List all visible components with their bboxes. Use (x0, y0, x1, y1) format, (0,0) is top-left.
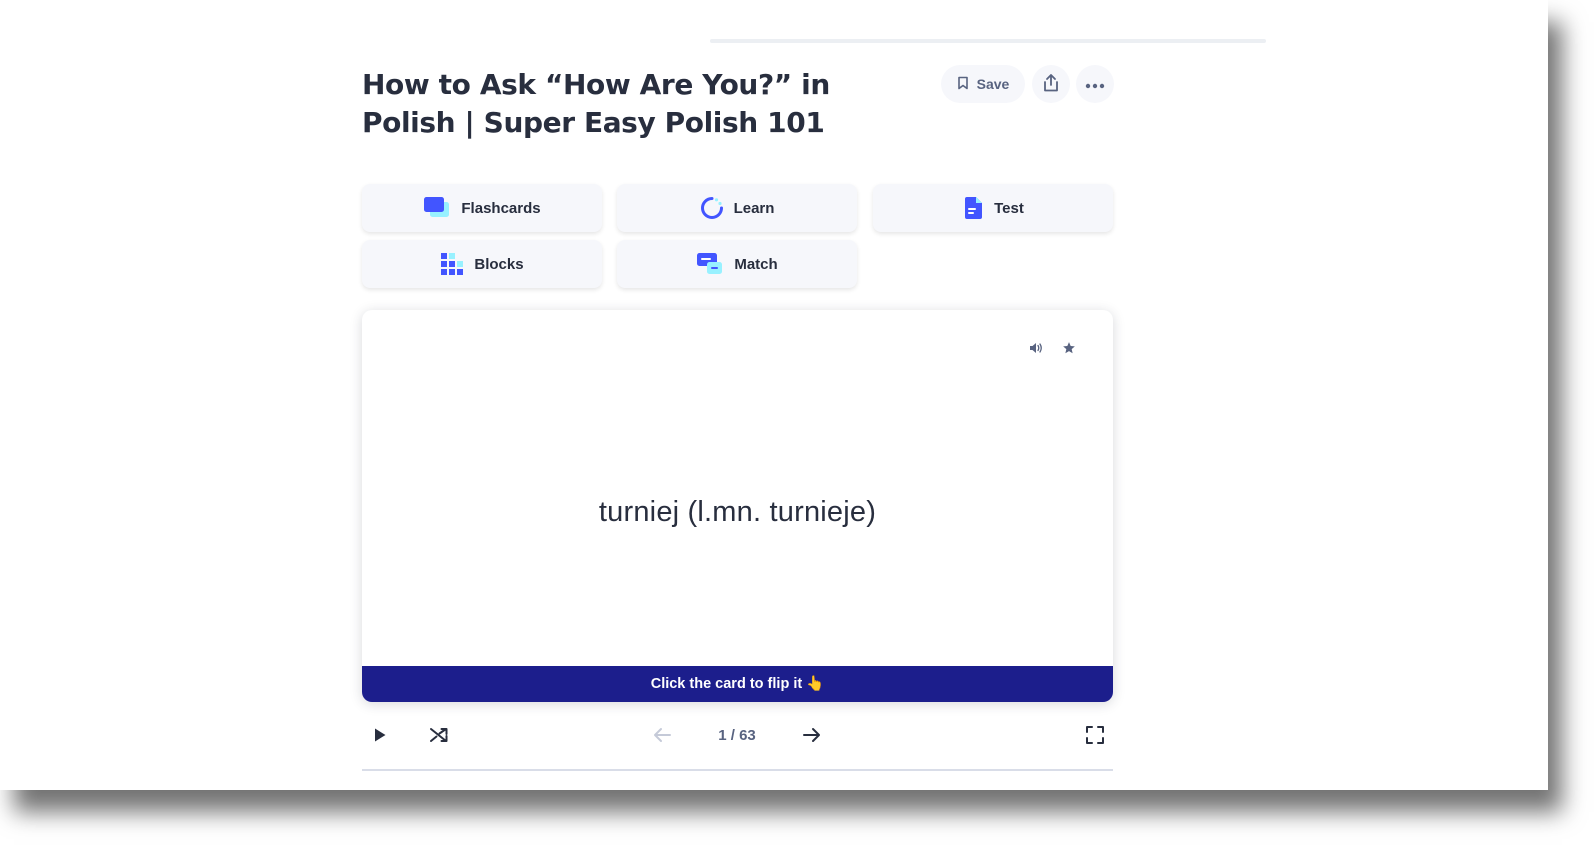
save-label: Save (976, 76, 1010, 92)
mode-label: Learn (733, 199, 775, 217)
shuffle-button[interactable] (426, 724, 452, 750)
blocks-mode-button[interactable]: Blocks (362, 240, 602, 288)
speaker-icon[interactable] (1026, 338, 1046, 358)
mode-label: Match (734, 255, 778, 273)
screenshot-frame: How to Ask “How Are You?” in Polish | Su… (0, 0, 1548, 790)
more-horizontal-icon (1085, 77, 1105, 92)
learn-mode-button[interactable]: Learn (617, 184, 857, 232)
mode-label: Flashcards (461, 199, 541, 217)
arrow-left-icon (652, 727, 672, 748)
match-icon (696, 252, 724, 276)
card-counter: 1 / 63 (718, 727, 756, 744)
star-icon[interactable] (1059, 338, 1079, 358)
play-button[interactable] (367, 724, 393, 750)
learn-icon (700, 196, 724, 220)
share-icon (1042, 73, 1060, 96)
mode-label: Test (994, 199, 1024, 217)
arrow-right-icon (802, 727, 822, 748)
more-options-button[interactable] (1076, 65, 1114, 103)
progress-track (362, 769, 1113, 771)
fullscreen-icon (1086, 725, 1104, 749)
share-button[interactable] (1032, 65, 1070, 103)
test-mode-button[interactable]: Test (873, 184, 1113, 232)
shuffle-icon (429, 726, 449, 749)
flip-hint-bar: Click the card to flip it 👆 (362, 666, 1113, 702)
previous-card-button[interactable] (649, 724, 675, 750)
flashcards-mode-button[interactable]: Flashcards (362, 184, 602, 232)
test-icon (962, 196, 984, 220)
play-icon (373, 727, 387, 748)
card-term: turniej (l.mn. turnieje) (598, 496, 877, 528)
set-title: How to Ask “How Are You?” in Polish | Su… (362, 68, 830, 139)
blocks-icon (440, 252, 464, 276)
top-divider (710, 39, 1266, 43)
mode-label: Blocks (474, 255, 524, 273)
fullscreen-button[interactable] (1082, 724, 1108, 750)
save-button[interactable]: Save (941, 65, 1025, 103)
next-card-button[interactable] (799, 724, 825, 750)
flashcards-icon (423, 196, 451, 220)
match-mode-button[interactable]: Match (617, 240, 857, 288)
flashcard[interactable]: turniej (l.mn. turnieje) Click the card … (362, 310, 1113, 702)
bookmark-icon (957, 76, 969, 93)
